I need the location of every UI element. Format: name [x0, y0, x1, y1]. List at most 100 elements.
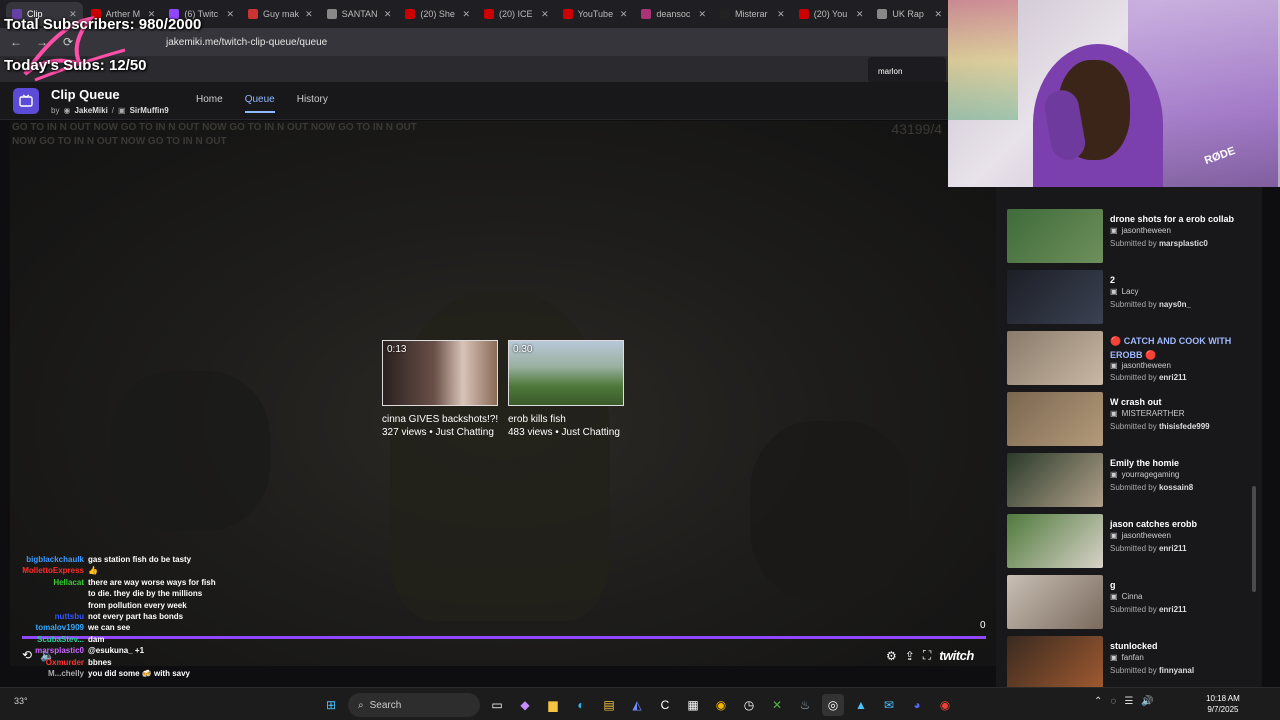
chevron-up-icon[interactable]: ⌃: [1094, 696, 1102, 707]
steam-icon[interactable]: ♨: [794, 694, 816, 716]
volume-icon[interactable]: 🔊: [1141, 696, 1153, 707]
file-explorer-icon[interactable]: ▆: [542, 694, 564, 716]
queue-title[interactable]: 🔴 CATCH AND COOK WITH EROBB 🔴: [1110, 334, 1260, 362]
ccleaner-icon[interactable]: C: [654, 694, 676, 716]
browser-tab[interactable]: (20) You ✕: [793, 2, 870, 26]
chat-username[interactable]: MollettoExpress: [8, 565, 84, 576]
queue-title[interactable]: g: [1110, 578, 1260, 592]
queue-thumbnail[interactable]: [1007, 636, 1103, 687]
chat-username[interactable]: nuttsbu: [8, 611, 84, 622]
weather-widget[interactable]: 33°: [14, 696, 28, 706]
queue-item[interactable]: drone shots for a erob collab ▣ jasonthewe…: [1007, 209, 1257, 265]
mail-icon[interactable]: ✉: [878, 694, 900, 716]
queue-item[interactable]: g ▣ Cinna Submitted by enri211: [1007, 575, 1257, 631]
suggested-clip[interactable]: 0:30 erob kills fish 483 views • Just Ch…: [508, 340, 624, 438]
chat-text: @esukuna_ +1: [88, 646, 145, 656]
browser-tab[interactable]: (20) ICE ✕: [478, 2, 555, 26]
tab-close-icon[interactable]: ✕: [620, 9, 628, 20]
chat-username[interactable]: Hellacat: [8, 577, 84, 611]
queue-thumbnail[interactable]: [1007, 270, 1103, 324]
tab-close-icon[interactable]: ✕: [699, 9, 707, 20]
chrome-alt-icon[interactable]: ◉: [934, 694, 956, 716]
queue-title[interactable]: jason catches erobb: [1110, 517, 1260, 531]
photos-icon[interactable]: ▲: [850, 694, 872, 716]
queue-title[interactable]: drone shots for a erob collab: [1110, 212, 1260, 226]
tab-close-icon[interactable]: ✕: [935, 9, 943, 20]
clip-title[interactable]: cinna GIVES backshots!?!...: [382, 414, 498, 425]
chat-username[interactable]: M...chelly: [8, 668, 84, 679]
chat-username[interactable]: marsplastic0: [8, 645, 84, 656]
task-view-icon[interactable]: ▭: [486, 694, 508, 716]
url-field[interactable]: jakemiki.me/twitch-clip-queue/queue: [166, 37, 327, 48]
obs-icon[interactable]: ◎: [822, 694, 844, 716]
queue-item[interactable]: Emily the homie ▣ yourragegaming Submitted …: [1007, 453, 1257, 509]
tab-close-icon[interactable]: ✕: [226, 9, 234, 20]
queue-item[interactable]: jason catches erobb ▣ jasontheween Submitte…: [1007, 514, 1257, 570]
discord-icon[interactable]: ◕: [906, 694, 928, 716]
nav-home[interactable]: Home: [196, 94, 223, 113]
queue-item[interactable]: W crash out ▣ MISTERARTHER Submitted by thi…: [1007, 392, 1257, 448]
screen: Clip ✕ Arther M ✕ (6) Twitc ✕ Guy mak ✕ SANTAN ✕(…: [0, 0, 1280, 720]
clip-thumbnail[interactable]: 0:30: [508, 340, 624, 406]
browser-tab[interactable]: Misterar ✕: [714, 2, 791, 26]
browser-tab[interactable]: SANTAN ✕: [321, 2, 398, 26]
browser-tab[interactable]: Guy mak ✕: [242, 2, 319, 26]
xbox-icon[interactable]: ✕: [766, 694, 788, 716]
profile-chip[interactable]: marlon: [868, 57, 946, 83]
tab-close-icon[interactable]: ✕: [541, 9, 549, 20]
network-icon[interactable]: ☰: [1124, 696, 1133, 707]
browser-tab[interactable]: (20) She ✕: [399, 2, 476, 26]
queue-thumbnail[interactable]: [1007, 453, 1103, 507]
queue-item[interactable]: 🔴 CATCH AND COOK WITH EROBB 🔴 ▣ jasonthewe…: [1007, 331, 1257, 387]
suggested-clip[interactable]: 0:13 cinna GIVES backshots!?!... 327 vie…: [382, 340, 498, 438]
queue-channel: ▣ jasontheween: [1110, 361, 1171, 370]
clip-thumbnail[interactable]: 0:13: [382, 340, 498, 406]
queue-item[interactable]: 2 ▣ Lacy Submitted by nays0n_: [1007, 270, 1257, 326]
browser-tab[interactable]: UK Rap ✕: [871, 2, 948, 26]
chat-username[interactable]: bigblackchaulk: [8, 554, 84, 565]
tab-close-icon[interactable]: ✕: [384, 9, 392, 20]
windows-start-icon[interactable]: ⊞: [320, 694, 342, 716]
queue-thumbnail[interactable]: [1007, 209, 1103, 263]
queue-thumbnail[interactable]: [1007, 514, 1103, 568]
channel-name: jasontheween: [1121, 226, 1171, 235]
tab-close-icon[interactable]: ✕: [777, 9, 785, 20]
queue-title[interactable]: W crash out: [1110, 395, 1260, 409]
browser-tab[interactable]: YouTube ✕: [557, 2, 634, 26]
clip-title[interactable]: erob kills fish: [508, 414, 624, 425]
chat-username[interactable]: Oxmurder: [8, 657, 84, 668]
queue-thumbnail[interactable]: [1007, 392, 1103, 446]
settings-icon[interactable]: ⚙: [886, 649, 897, 663]
twitch-logo[interactable]: twitch: [939, 648, 974, 663]
copilot-icon[interactable]: ◆: [514, 694, 536, 716]
tab-close-icon[interactable]: ✕: [856, 9, 864, 20]
taskbar-search[interactable]: ⌕ Search: [348, 693, 480, 717]
tab-close-icon[interactable]: ✕: [462, 9, 470, 20]
author-link[interactable]: SirMuffin9: [130, 106, 169, 115]
nav-history[interactable]: History: [297, 94, 328, 113]
tray-app-icon[interactable]: ◌: [1110, 696, 1116, 707]
queue-title[interactable]: stunlocked: [1110, 639, 1260, 653]
chat-username[interactable]: tomalov1909: [8, 622, 84, 633]
clock[interactable]: 10:18 AM 9/7/2025: [1206, 693, 1240, 715]
store-icon[interactable]: ▤: [598, 694, 620, 716]
tab-close-icon[interactable]: ✕: [305, 9, 313, 20]
calculator-icon[interactable]: ▦: [682, 694, 704, 716]
suggested-clips: 0:13 cinna GIVES backshots!?!... 327 vie…: [382, 340, 624, 438]
queue-thumbnail[interactable]: [1007, 331, 1103, 385]
fullscreen-icon[interactable]: ⛶: [923, 648, 931, 663]
edge-icon[interactable]: ◐: [570, 694, 592, 716]
queue-scrollbar[interactable]: [1252, 486, 1256, 592]
chrome-icon[interactable]: ◉: [710, 694, 732, 716]
clock-app-icon[interactable]: ◷: [738, 694, 760, 716]
author-link[interactable]: JakeMiki: [74, 106, 107, 115]
share-icon[interactable]: ⇪: [905, 649, 915, 663]
nav-queue[interactable]: Queue: [244, 94, 275, 113]
queue-title[interactable]: Emily the homie: [1110, 456, 1260, 470]
chat-username[interactable]: ScubaStev...: [8, 634, 84, 645]
app-icon[interactable]: ◭: [626, 694, 648, 716]
queue-title[interactable]: 2: [1110, 273, 1260, 287]
queue-thumbnail[interactable]: [1007, 575, 1103, 629]
browser-tab[interactable]: deansoc ✕: [635, 2, 712, 26]
queue-item[interactable]: stunlocked ▣ fanfan Submitted by finnyanal: [1007, 636, 1257, 687]
